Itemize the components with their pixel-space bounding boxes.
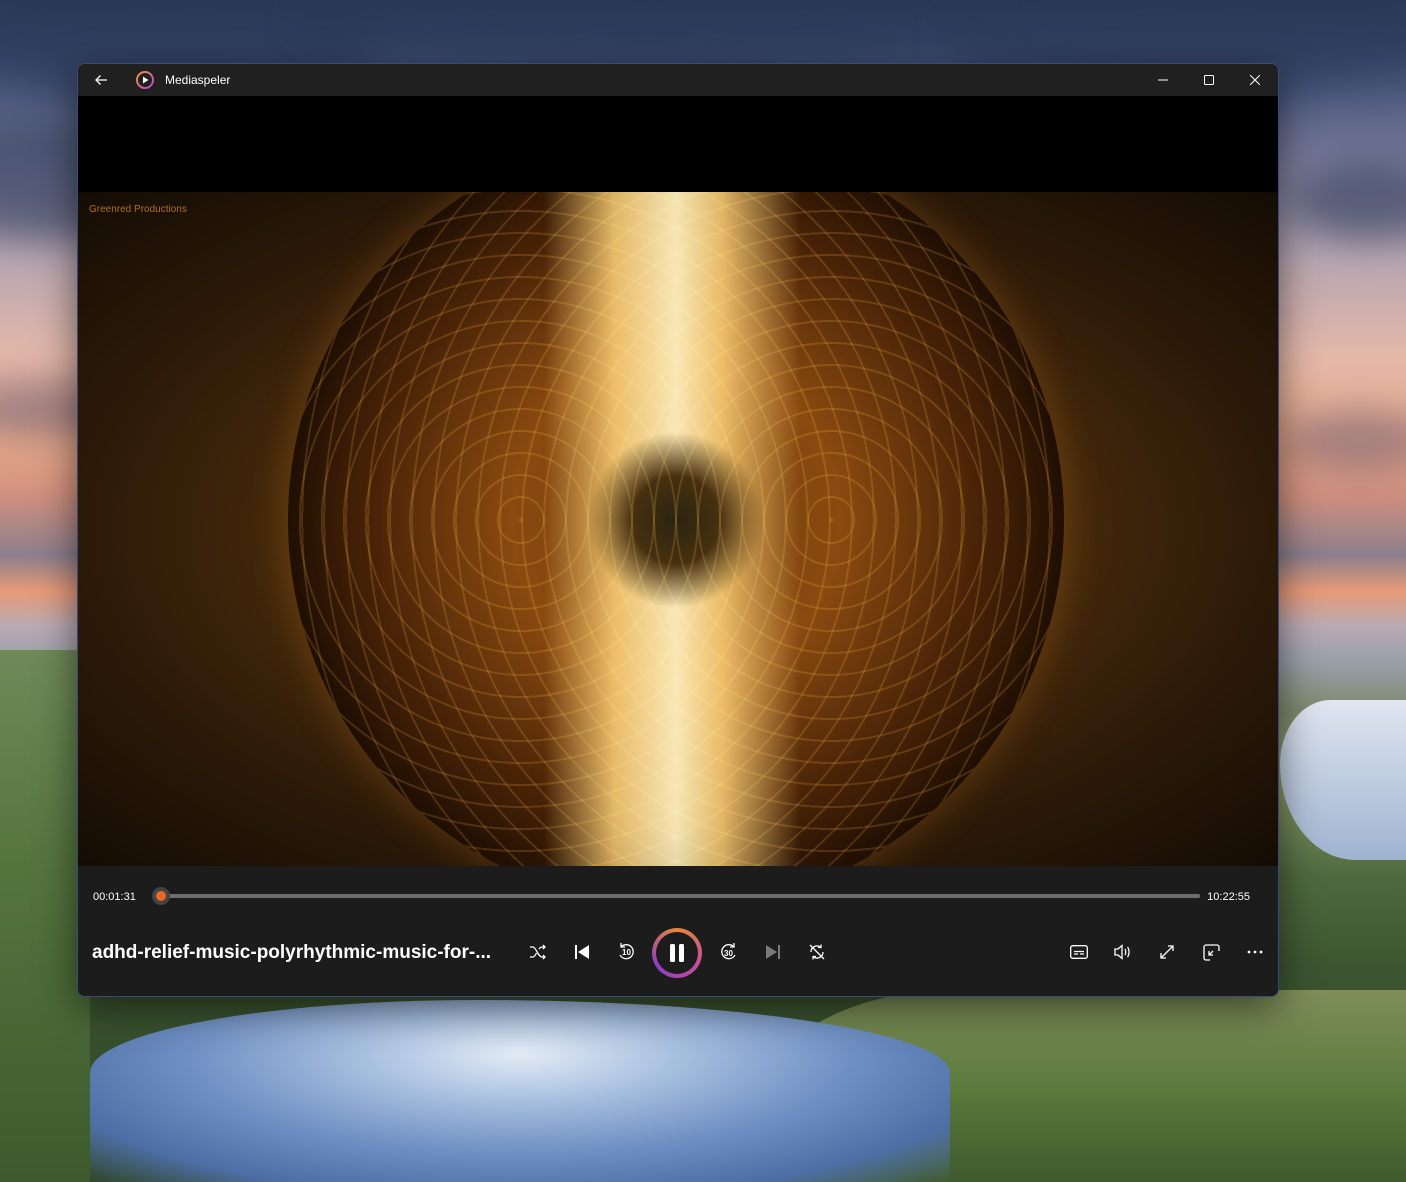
close-icon [1250,75,1260,85]
rewind-10-icon: 10 [616,942,636,962]
previous-track-icon [574,944,590,960]
maximize-icon [1204,75,1214,85]
captions-button[interactable] [1061,934,1097,970]
fullscreen-icon [1159,944,1175,960]
play-pause-button[interactable] [652,928,702,978]
video-area[interactable]: Greenred Productions [78,96,1278,866]
shuffle-button[interactable] [520,934,556,970]
repeat-button[interactable] [799,934,835,970]
minimize-button[interactable] [1140,64,1186,96]
more-options-button[interactable] [1237,934,1273,970]
next-track-icon [765,944,781,960]
total-time: 10:22:55 [1207,891,1250,903]
captions-icon [1070,945,1088,959]
track-title: adhd-relief-music-polyrhythmic-music-for… [92,942,492,963]
more-options-icon [1247,950,1263,954]
video-content-orb [288,192,1064,866]
miniplayer-icon [1202,943,1220,961]
forward-seconds-label: 30 [724,949,733,958]
video-watermark: Greenred Productions [89,204,187,215]
volume-button[interactable] [1105,934,1141,970]
repeat-icon [808,943,826,961]
playback-controls: 00:01:31 10:22:55 adhd-relief-music-poly… [78,866,1278,996]
rewind-button[interactable]: 10 [608,934,644,970]
fullscreen-button[interactable] [1149,934,1185,970]
current-time: 00:01:31 [93,891,136,903]
seek-bar[interactable] [151,887,1200,905]
previous-track-button[interactable] [564,934,600,970]
shuffle-icon [529,944,547,960]
rewind-seconds-label: 10 [622,948,631,957]
volume-icon [1114,944,1132,960]
media-player-window: Mediaspeler Greenred Productions 00:01:3… [77,63,1279,997]
media-player-icon [136,71,154,89]
next-track-button[interactable] [755,934,791,970]
forward-30-icon: 30 [719,942,739,962]
maximize-button[interactable] [1186,64,1232,96]
app-title: Mediaspeler [165,73,231,87]
back-button[interactable] [78,64,124,96]
miniplayer-button[interactable] [1193,934,1229,970]
forward-button[interactable]: 30 [711,934,747,970]
title-bar: Mediaspeler [78,64,1278,96]
back-arrow-icon [94,73,108,87]
seek-bar-thumb[interactable] [151,887,170,905]
minimize-icon [1158,75,1168,85]
close-button[interactable] [1232,64,1278,96]
pause-icon [668,943,686,963]
video-frame[interactable]: Greenred Productions [78,192,1278,866]
